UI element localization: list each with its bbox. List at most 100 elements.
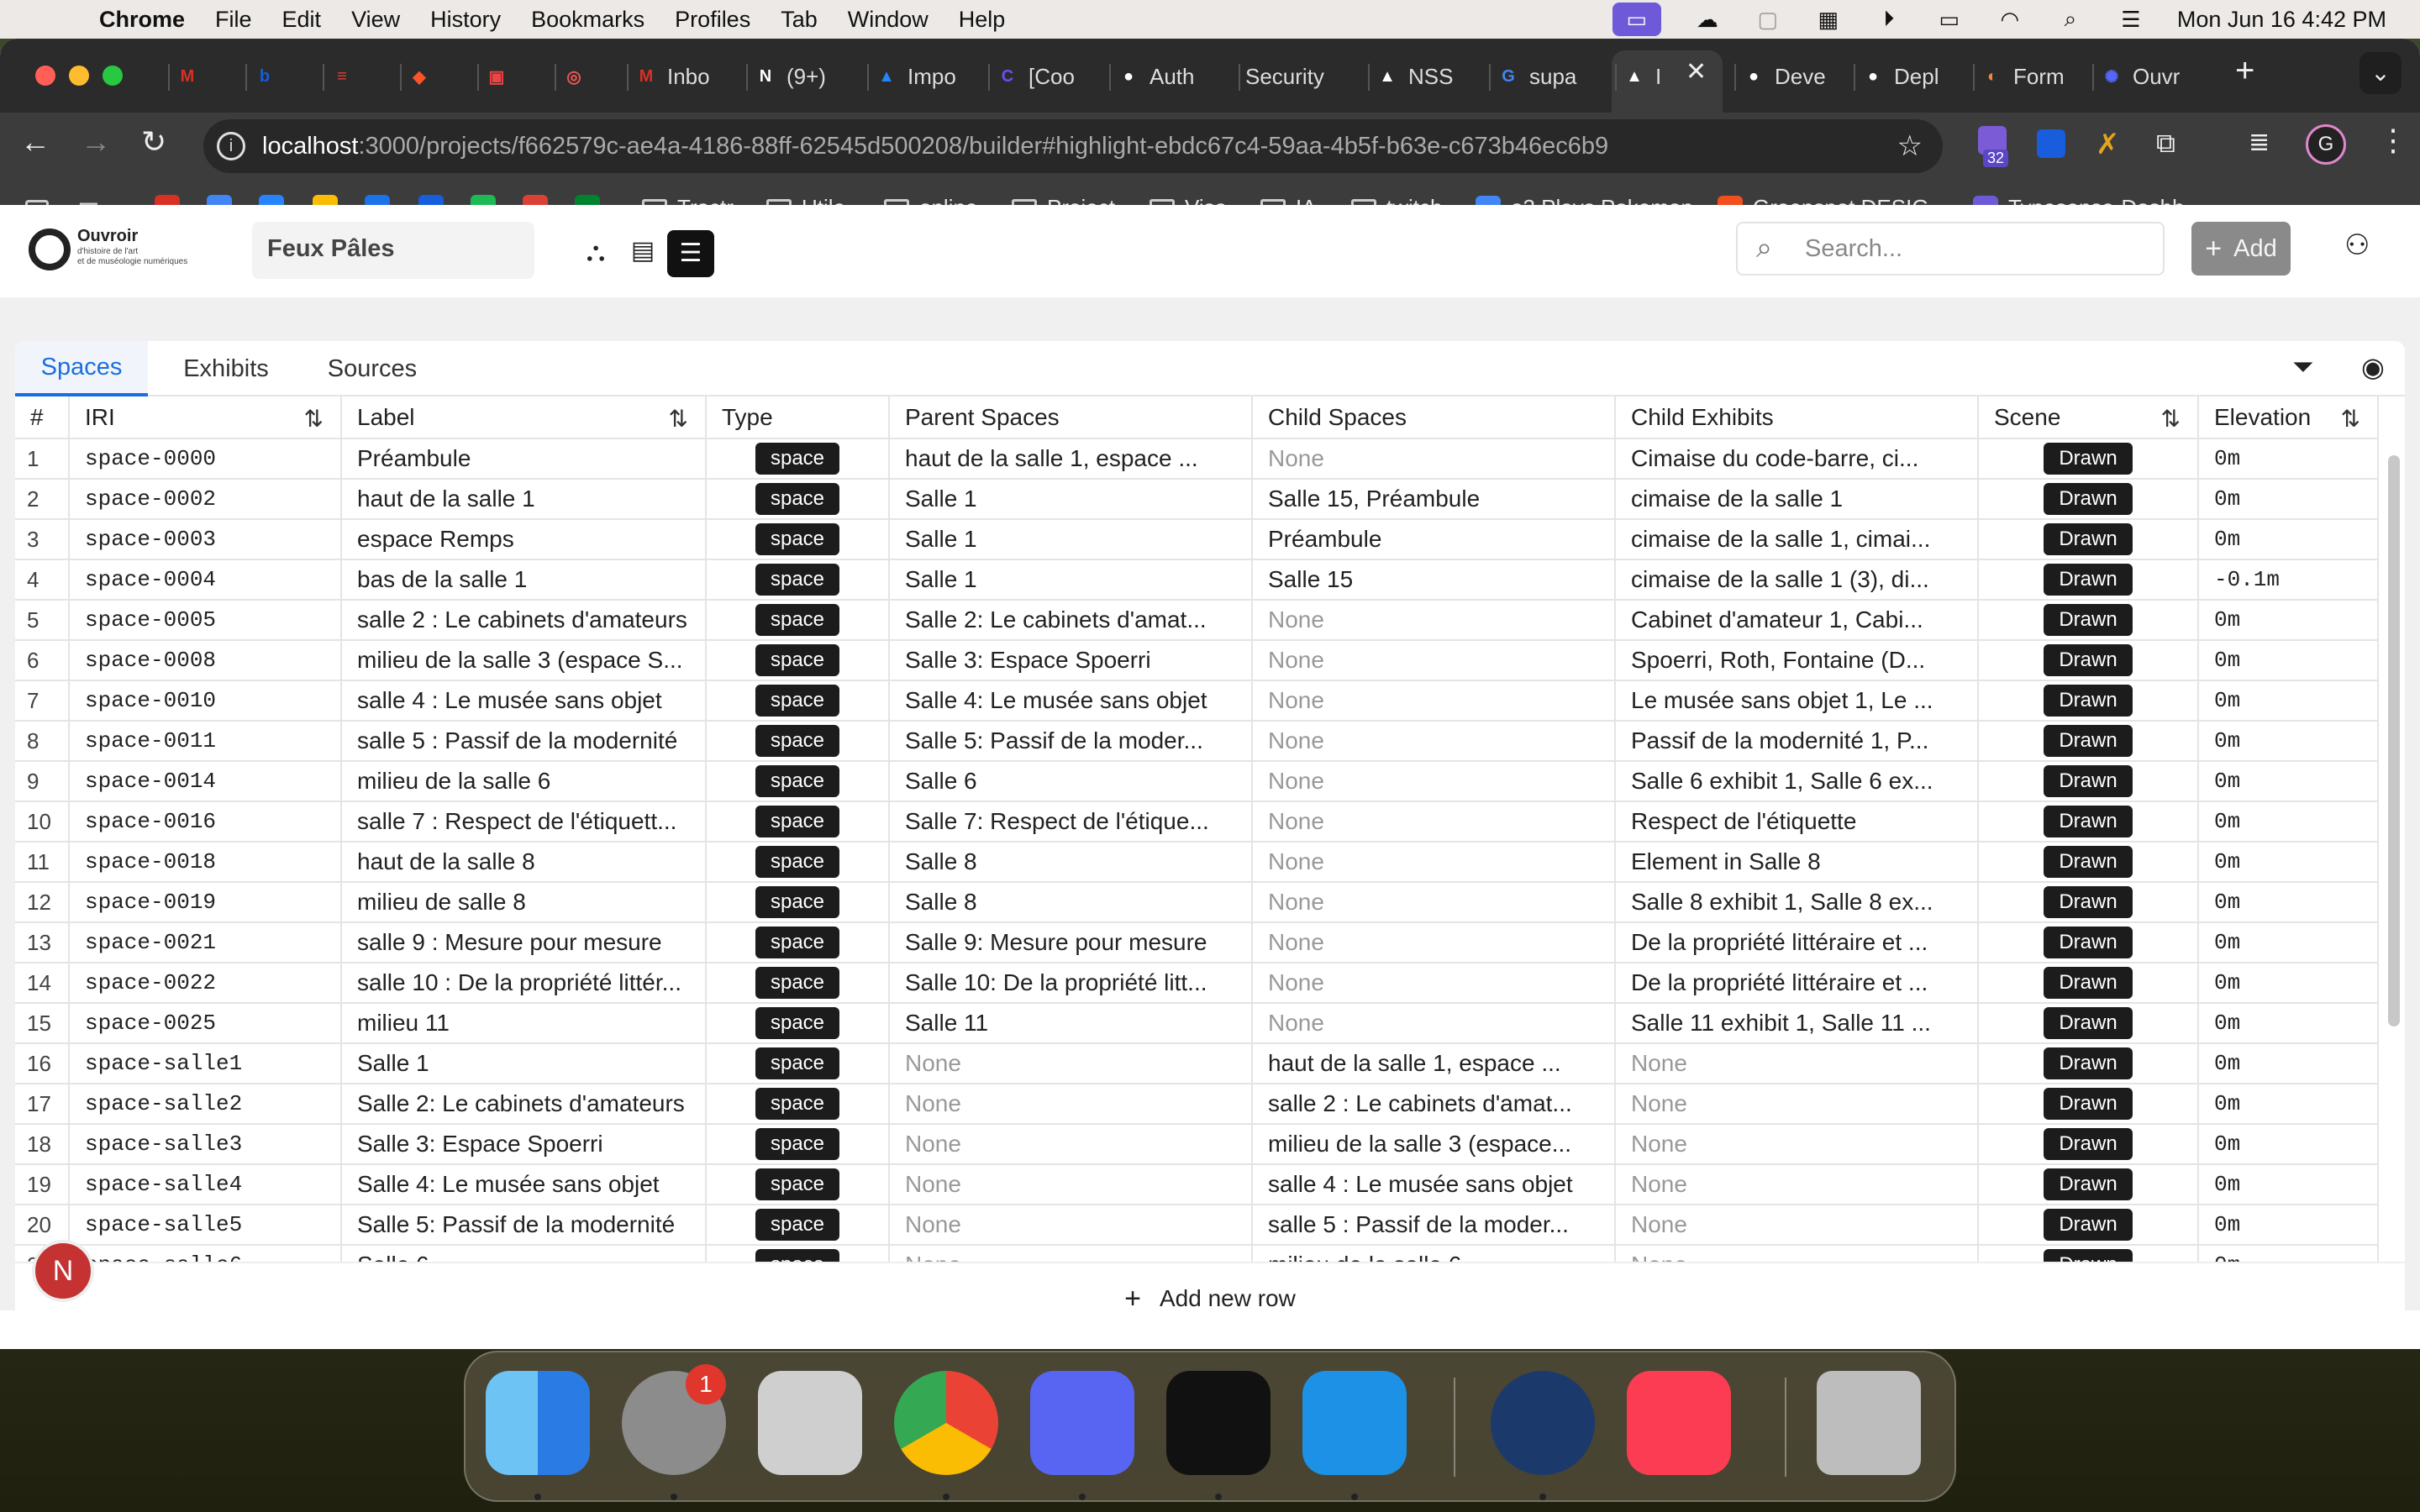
elevation-cell[interactable]: 0m [2198, 1124, 2379, 1165]
column-header-type[interactable]: Type [706, 396, 890, 439]
list-view-icon[interactable]: ☰ [667, 230, 714, 277]
iri-cell[interactable]: space-salle3 [69, 1124, 342, 1165]
elevation-cell[interactable]: 0m [2198, 438, 2379, 480]
add-button[interactable]: + Add [2191, 222, 2291, 276]
elevation-cell[interactable]: 0m [2198, 1084, 2379, 1125]
type-cell[interactable]: space [706, 559, 890, 601]
column-header-index[interactable]: # [15, 396, 70, 439]
graph-view-icon[interactable]: ⛬ [575, 230, 617, 272]
play-icon[interactable]: ⏵ [1875, 5, 1903, 34]
control-center-icon[interactable]: ☰ [2117, 5, 2145, 34]
child-spaces-cell[interactable]: None [1252, 963, 1616, 1004]
type-cell[interactable]: space [706, 1205, 890, 1246]
elevation-cell[interactable]: 0m [2198, 1205, 2379, 1246]
child-exhibits-cell[interactable]: Element in Salle 8 [1615, 842, 1979, 883]
iri-cell[interactable]: space-0005 [69, 600, 342, 641]
child-exhibits-cell[interactable]: Respect de l'étiquette [1615, 801, 1979, 843]
child-spaces-cell[interactable]: salle 2 : Le cabinets d'amat... [1252, 1084, 1616, 1125]
tab-search-icon[interactable]: ⌄ [2360, 52, 2402, 94]
elevation-cell[interactable]: 0m [2198, 640, 2379, 681]
column-header-child-spaces[interactable]: Child Spaces [1252, 396, 1616, 439]
elevation-cell[interactable]: 0m [2198, 1003, 2379, 1044]
chrome-icon[interactable] [894, 1371, 998, 1475]
child-exhibits-cell[interactable]: None [1615, 1205, 1979, 1246]
scene-cell[interactable]: Drawn [1978, 640, 2199, 681]
label-cell[interactable]: milieu de la salle 6 [341, 761, 707, 802]
type-cell[interactable]: space [706, 1164, 890, 1205]
type-cell[interactable]: space [706, 801, 890, 843]
iri-cell[interactable]: space-0004 [69, 559, 342, 601]
wifi-icon[interactable]: ◠ [1996, 5, 2024, 34]
parent-spaces-cell[interactable]: Salle 7: Respect de l'étique... [889, 801, 1253, 843]
child-spaces-cell[interactable]: None [1252, 721, 1616, 762]
iri-cell[interactable]: space-0016 [69, 801, 342, 843]
iri-cell[interactable]: space-0010 [69, 680, 342, 722]
menu-window[interactable]: Window [848, 7, 929, 33]
parent-spaces-cell[interactable]: Salle 4: Le musée sans objet [889, 680, 1253, 722]
elevation-cell[interactable]: 0m [2198, 882, 2379, 923]
filter-icon[interactable]: ⏷ [2292, 351, 2314, 383]
table-row[interactable]: 10 space-0016 salle 7 : Respect de l'étiqu… [15, 801, 2379, 843]
iri-cell[interactable]: space-0021 [69, 922, 342, 963]
trash-icon[interactable] [1817, 1371, 1921, 1475]
child-exhibits-cell[interactable]: cimaise de la salle 1 [1615, 479, 1979, 520]
table-row[interactable]: 13 space-0021 salle 9 : Mesure pour mesure… [15, 922, 2379, 963]
iri-cell[interactable]: space-salle1 [69, 1043, 342, 1084]
sort-icon[interactable]: ⇅ [669, 405, 688, 433]
parent-spaces-cell[interactable]: Salle 1 [889, 559, 1253, 601]
child-spaces-cell[interactable]: None [1252, 640, 1616, 681]
child-spaces-cell[interactable]: None [1252, 1003, 1616, 1044]
table-row[interactable]: 20 space-salle5 Salle 5: Passif de la mode… [15, 1205, 2379, 1246]
menu-view[interactable]: View [351, 7, 400, 33]
child-spaces-cell[interactable]: None [1252, 761, 1616, 802]
scene-cell[interactable]: Drawn [1978, 1043, 2199, 1084]
child-spaces-cell[interactable]: None [1252, 922, 1616, 963]
scene-cell[interactable]: Drawn [1978, 479, 2199, 520]
column-header-elevation[interactable]: Elevation ⇅ [2198, 396, 2379, 439]
visibility-icon[interactable]: ◉ [2361, 351, 2385, 383]
scene-cell[interactable]: Drawn [1978, 1003, 2199, 1044]
table-row[interactable]: 7 space-0010 salle 4 : Le musée sans objet… [15, 680, 2379, 722]
search-input[interactable]: ⌕ Search... [1736, 222, 2165, 276]
elevation-cell[interactable]: 0m [2198, 1043, 2379, 1084]
iri-cell[interactable]: space-0003 [69, 519, 342, 560]
scene-cell[interactable]: Drawn [1978, 963, 2199, 1004]
sort-icon[interactable]: ⇅ [2161, 405, 2181, 433]
user-icon[interactable]: ⚇ [2344, 228, 2370, 262]
launchpad-icon[interactable] [758, 1371, 862, 1475]
bitwarden-extension-icon[interactable] [2037, 129, 2065, 158]
elevation-cell[interactable]: 0m [2198, 479, 2379, 520]
zoom-window-button[interactable] [103, 66, 123, 86]
label-cell[interactable]: Salle 5: Passif de la modernité [341, 1205, 707, 1246]
label-cell[interactable]: haut de la salle 8 [341, 842, 707, 883]
close-window-button[interactable] [35, 66, 55, 86]
parent-spaces-cell[interactable]: Salle 8 [889, 842, 1253, 883]
extensions-puzzle-icon[interactable]: ⧉ [2156, 128, 2175, 160]
table-scrollbar[interactable] [2388, 455, 2400, 1026]
label-cell[interactable]: Préambule [341, 438, 707, 480]
type-cell[interactable]: space [706, 721, 890, 762]
reload-icon[interactable]: ↻ [141, 124, 166, 160]
child-exhibits-cell[interactable]: Cimaise du code-barre, ci... [1615, 438, 1979, 480]
child-spaces-cell[interactable]: None [1252, 801, 1616, 843]
forward-icon[interactable]: → [81, 124, 111, 160]
label-cell[interactable]: salle 4 : Le musée sans objet [341, 680, 707, 722]
steam-icon[interactable] [1491, 1371, 1595, 1475]
table-row[interactable]: 4 space-0004 bas de la salle 1 space Salle 1… [15, 559, 2379, 601]
child-spaces-cell[interactable]: None [1252, 882, 1616, 923]
label-cell[interactable]: milieu de la salle 3 (espace S... [341, 640, 707, 681]
child-exhibits-cell[interactable]: None [1615, 1164, 1979, 1205]
menubar-clock[interactable]: Mon Jun 16 4:42 PM [2177, 7, 2386, 33]
elevation-cell[interactable]: 0m [2198, 842, 2379, 883]
child-exhibits-cell[interactable]: Salle 11 exhibit 1, Salle 11 ... [1615, 1003, 1979, 1044]
child-spaces-cell[interactable]: Salle 15 [1252, 559, 1616, 601]
child-exhibits-cell[interactable]: None [1615, 1043, 1979, 1084]
elevation-cell[interactable]: 0m [2198, 963, 2379, 1004]
type-cell[interactable]: space [706, 1084, 890, 1125]
elevation-cell[interactable]: 0m [2198, 600, 2379, 641]
parent-spaces-cell[interactable]: haut de la salle 1, espace ... [889, 438, 1253, 480]
elevation-cell[interactable]: 0m [2198, 761, 2379, 802]
child-spaces-cell[interactable]: None [1252, 842, 1616, 883]
tab-sources[interactable]: Sources [301, 341, 444, 396]
browser-tab[interactable]: ▲ I [1622, 55, 1729, 97]
